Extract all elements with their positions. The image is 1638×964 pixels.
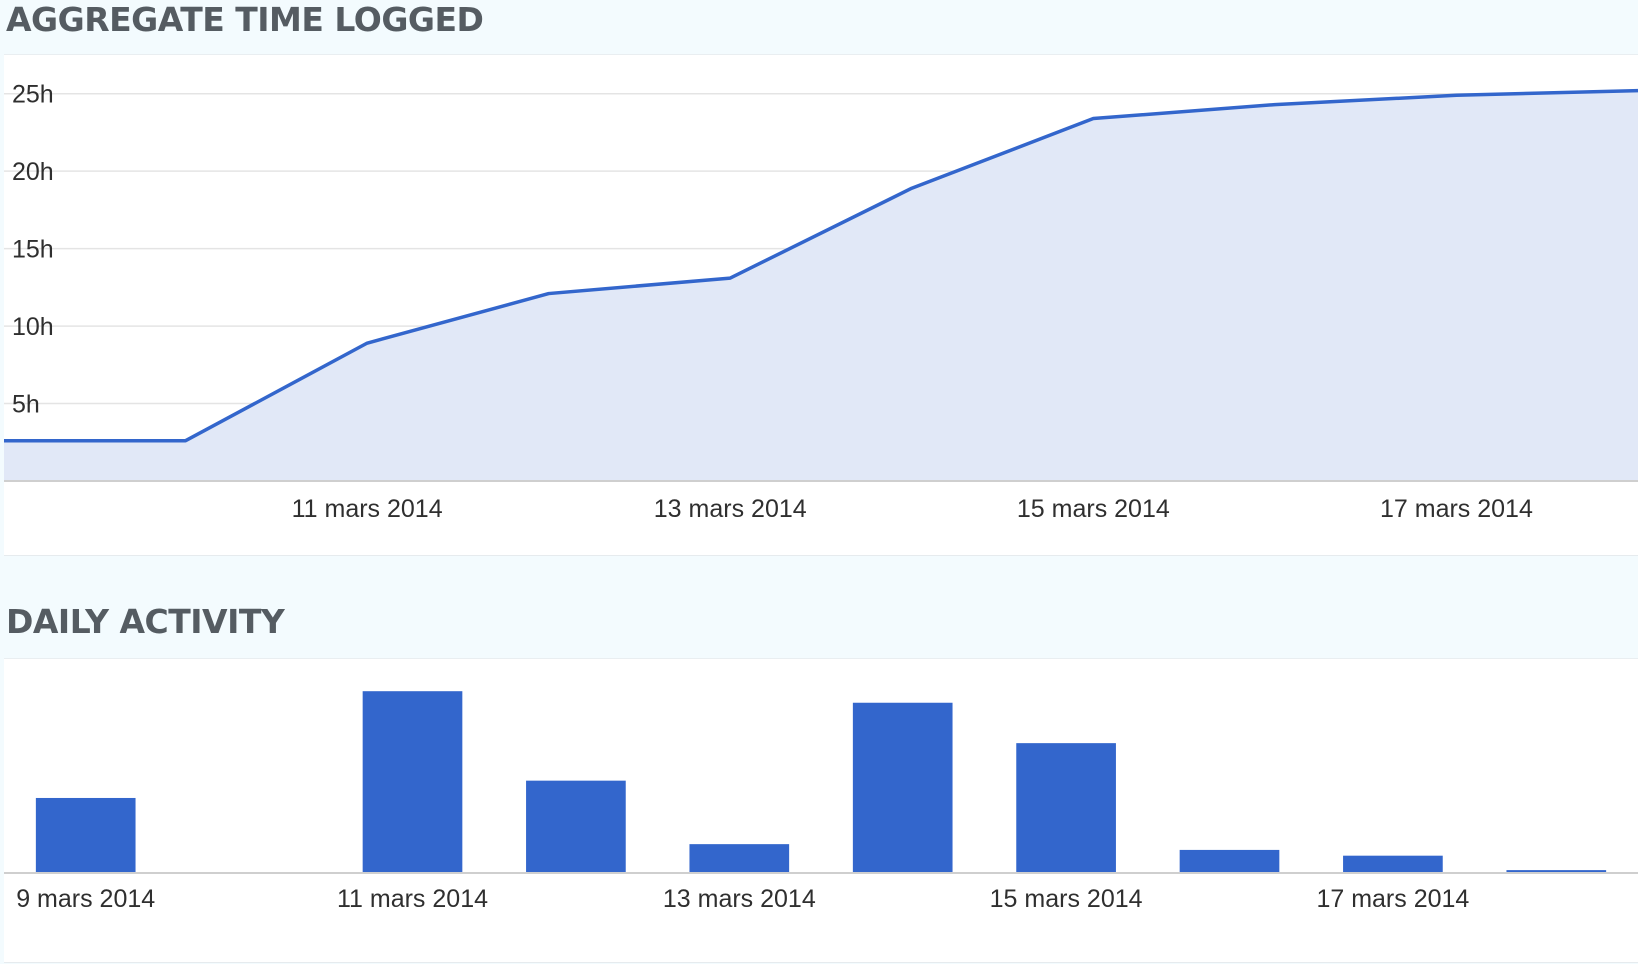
x-tick-label: 9 mars 2014 (16, 885, 155, 913)
y-tick-label: 10h (12, 313, 54, 341)
daily-activity-panel: 9 mars 2014 11 mars 2014 13 mars 2014 15 ma… (4, 658, 1638, 963)
aggregate-chart-title: AGGREGATE TIME LOGGED (6, 0, 484, 39)
aggregate-area-fill (4, 90, 1638, 481)
daily-bars (35, 691, 1607, 873)
y-tick-label: 5h (12, 391, 40, 419)
x-tick-label: 17 mars 2014 (1380, 495, 1533, 523)
y-tick-label: 15h (12, 236, 54, 264)
daily-bar (689, 844, 790, 873)
daily-bar (362, 691, 463, 873)
daily-activity-chart: 9 mars 2014 11 mars 2014 13 mars 2014 15 ma… (4, 691, 1638, 913)
daily-bar (526, 780, 626, 873)
daily-bar (852, 702, 953, 873)
x-tick-label: 17 mars 2014 (1316, 885, 1469, 913)
aggregate-chart-panel: 5h 10h 15h 20h 25h 11 mars 2014 13 mars 2014 15… (4, 54, 1638, 556)
x-tick-label: 15 mars 2014 (1017, 495, 1170, 523)
x-tick-label: 11 mars 2014 (337, 885, 488, 913)
x-tick-label: 11 mars 2014 (292, 495, 443, 523)
x-tick-label: 15 mars 2014 (990, 885, 1143, 913)
daily-activity-title: DAILY ACTIVITY (6, 602, 285, 641)
y-tick-label: 20h (12, 158, 54, 186)
daily-bar (35, 797, 136, 873)
x-tick-label: 13 mars 2014 (663, 885, 816, 913)
daily-bar (1179, 849, 1280, 873)
daily-bar (1343, 855, 1443, 873)
y-tick-label: 25h (12, 81, 54, 109)
x-tick-label: 13 mars 2014 (654, 495, 807, 523)
aggregate-time-chart: 5h 10h 15h 20h 25h 11 mars 2014 13 mars 2014 15… (4, 81, 1638, 523)
daily-bar (1016, 743, 1116, 873)
